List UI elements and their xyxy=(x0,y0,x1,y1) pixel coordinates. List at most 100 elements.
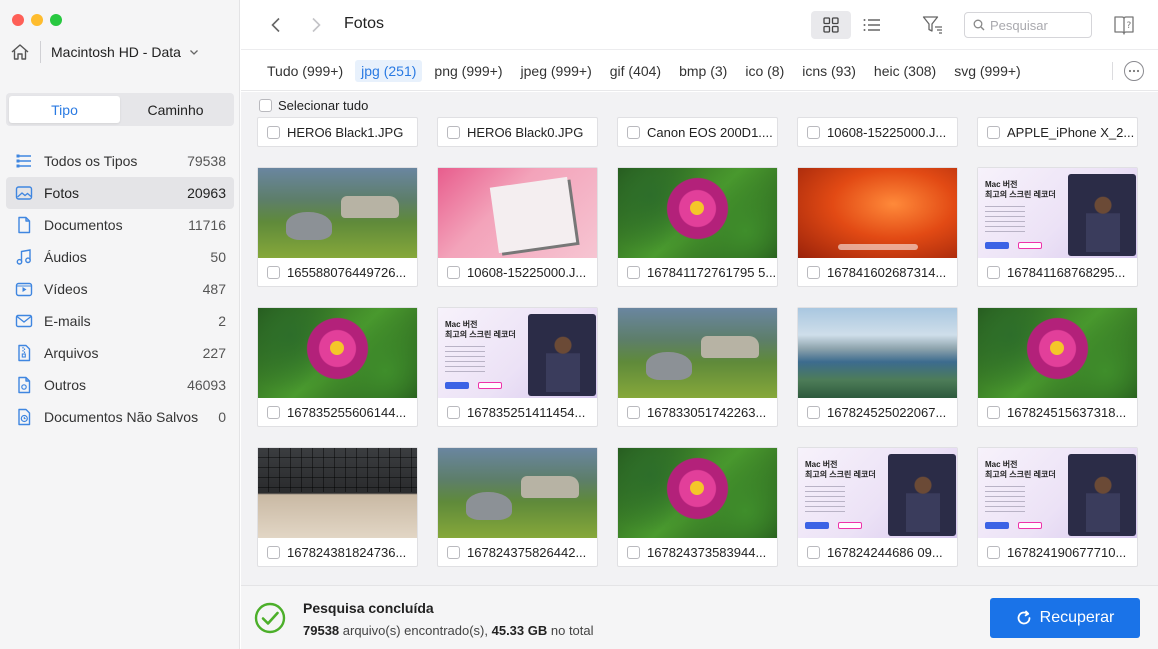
file-card[interactable]: 10608-15225000.J... xyxy=(437,167,598,287)
checkbox[interactable] xyxy=(987,405,1000,419)
file-name: 167841168768295... xyxy=(1007,264,1126,280)
file-card[interactable]: 167824525022067... xyxy=(797,307,958,427)
file-card[interactable]: Mac 버전 최고의 스크린 레코더 167835251411454... xyxy=(437,307,598,427)
checkbox[interactable] xyxy=(447,405,460,419)
checkbox[interactable] xyxy=(987,545,1000,559)
category-count: 0 xyxy=(218,409,226,425)
refresh-icon xyxy=(1017,610,1031,625)
file-caption: APPLE_iPhone X_2... xyxy=(978,118,1137,146)
file-card[interactable]: 167841602687314... xyxy=(797,167,958,287)
list-view-button[interactable] xyxy=(857,11,887,39)
file-caption: 167824381824736... xyxy=(258,538,417,566)
file-caption: 10608-15225000.J... xyxy=(798,118,957,146)
category-unsaved-documents[interactable]: Documentos Não Salvos 0 xyxy=(6,401,234,433)
file-caption: 167824190677710... xyxy=(978,538,1137,566)
checkbox[interactable] xyxy=(807,265,820,279)
checkbox[interactable] xyxy=(807,545,820,559)
tab-jpeg[interactable]: jpeg (999+) xyxy=(515,60,598,82)
file-card[interactable]: Mac 버전 최고의 스크린 레코더 167824244686 09... xyxy=(797,447,958,567)
checkbox[interactable] xyxy=(267,265,280,279)
more-options-button[interactable] xyxy=(1124,61,1144,81)
category-outros[interactable]: Outros 46093 xyxy=(6,369,234,401)
checkbox[interactable] xyxy=(447,265,460,279)
search-field[interactable] xyxy=(964,12,1092,38)
home-icon[interactable] xyxy=(10,42,30,62)
file-name: 167833051742263... xyxy=(647,404,767,420)
checkbox[interactable] xyxy=(627,125,640,139)
segment-tipo[interactable]: Tipo xyxy=(9,96,120,123)
drive-selector[interactable]: Macintosh HD - Data xyxy=(10,40,199,64)
category-all-types[interactable]: Todos os Tipos 79538 xyxy=(6,145,234,177)
total-size: 45.33 GB xyxy=(491,623,548,638)
file-card[interactable]: 167833051742263... xyxy=(617,307,778,427)
file-card[interactable]: HERO6 Black0.JPG xyxy=(437,117,598,147)
checkbox[interactable] xyxy=(267,125,280,139)
file-card[interactable]: 10608-15225000.J... xyxy=(797,117,958,147)
file-card[interactable]: 165588076449726... xyxy=(257,167,418,287)
checkbox[interactable] xyxy=(259,99,272,112)
category-emails[interactable]: E-mails 2 xyxy=(6,305,234,337)
file-card[interactable]: 167824373583944... xyxy=(617,447,778,567)
file-card[interactable]: 167841172761795 5... xyxy=(617,167,778,287)
file-card[interactable]: APPLE_iPhone X_2... xyxy=(977,117,1138,147)
back-button[interactable] xyxy=(266,14,286,36)
checkbox[interactable] xyxy=(807,125,820,139)
file-card[interactable]: Mac 버전 최고의 스크린 레코더 167824190677710... xyxy=(977,447,1138,567)
file-name: 167835251411454... xyxy=(467,404,586,420)
thumbnail-image xyxy=(798,308,957,398)
file-card[interactable]: Mac 버전 최고의 스크린 레코더 167841168768295... xyxy=(977,167,1138,287)
forward-button[interactable] xyxy=(306,14,326,36)
file-name: 167841172761795 5... xyxy=(647,264,777,280)
category-count: 79538 xyxy=(187,153,226,169)
checkbox[interactable] xyxy=(447,125,460,139)
close-window-button[interactable] xyxy=(12,14,24,26)
category-count: 50 xyxy=(210,249,226,265)
select-all-checkbox[interactable]: Selecionar tudo xyxy=(259,98,368,113)
tab-bmp[interactable]: bmp (3) xyxy=(673,60,733,82)
tab-gif[interactable]: gif (404) xyxy=(604,60,667,82)
tab-png[interactable]: png (999+) xyxy=(428,60,508,82)
filter-icon xyxy=(922,16,942,34)
tab-heic[interactable]: heic (308) xyxy=(868,60,942,82)
file-card[interactable]: HERO6 Black1.JPG xyxy=(257,117,418,147)
segment-caminho[interactable]: Caminho xyxy=(120,96,231,123)
checkbox[interactable] xyxy=(627,545,640,559)
checkbox[interactable] xyxy=(627,405,640,419)
checkbox[interactable] xyxy=(447,545,460,559)
category-name: Documentos xyxy=(44,217,123,233)
grid-view-button[interactable] xyxy=(811,11,851,39)
checkbox[interactable] xyxy=(987,265,1000,279)
category-fotos[interactable]: Fotos 20963 xyxy=(6,177,234,209)
file-card[interactable]: 167824381824736... xyxy=(257,447,418,567)
file-card[interactable]: 167835255606144... xyxy=(257,307,418,427)
file-card[interactable]: Canon EOS 200D1.... xyxy=(617,117,778,147)
file-card[interactable]: 167824515637318... xyxy=(977,307,1138,427)
checkbox[interactable] xyxy=(807,405,820,419)
checkbox[interactable] xyxy=(267,405,280,419)
search-input[interactable] xyxy=(990,17,1090,33)
file-card[interactable]: 167824375826442... xyxy=(437,447,598,567)
file-caption: 167835255606144... xyxy=(258,398,417,426)
category-audios[interactable]: Áudios 50 xyxy=(6,241,234,273)
category-arquivos[interactable]: Arquivos 227 xyxy=(6,337,234,369)
other-icon xyxy=(18,376,31,394)
status-title: Pesquisa concluída xyxy=(303,600,434,616)
checkbox[interactable] xyxy=(627,265,640,279)
tab-icns[interactable]: icns (93) xyxy=(796,60,862,82)
file-caption: HERO6 Black1.JPG xyxy=(258,118,417,146)
tab-jpg[interactable]: jpg (251) xyxy=(355,60,423,82)
tab-ico[interactable]: ico (8) xyxy=(739,60,790,82)
tab-svg[interactable]: svg (999+) xyxy=(948,60,1027,82)
help-button[interactable]: ? xyxy=(1112,12,1136,38)
checkbox[interactable] xyxy=(267,545,280,559)
thumbnail-image xyxy=(618,448,777,538)
filter-button[interactable] xyxy=(921,12,945,38)
tab-tudo[interactable]: Tudo (999+) xyxy=(261,60,349,82)
recover-button[interactable]: Recuperar xyxy=(990,598,1140,638)
checkbox[interactable] xyxy=(987,125,1000,139)
category-videos[interactable]: Vídeos 487 xyxy=(6,273,234,305)
category-documentos[interactable]: Documentos 11716 xyxy=(6,209,234,241)
page-title: Fotos xyxy=(344,15,385,32)
minimize-window-button[interactable] xyxy=(31,14,43,26)
zoom-window-button[interactable] xyxy=(50,14,62,26)
